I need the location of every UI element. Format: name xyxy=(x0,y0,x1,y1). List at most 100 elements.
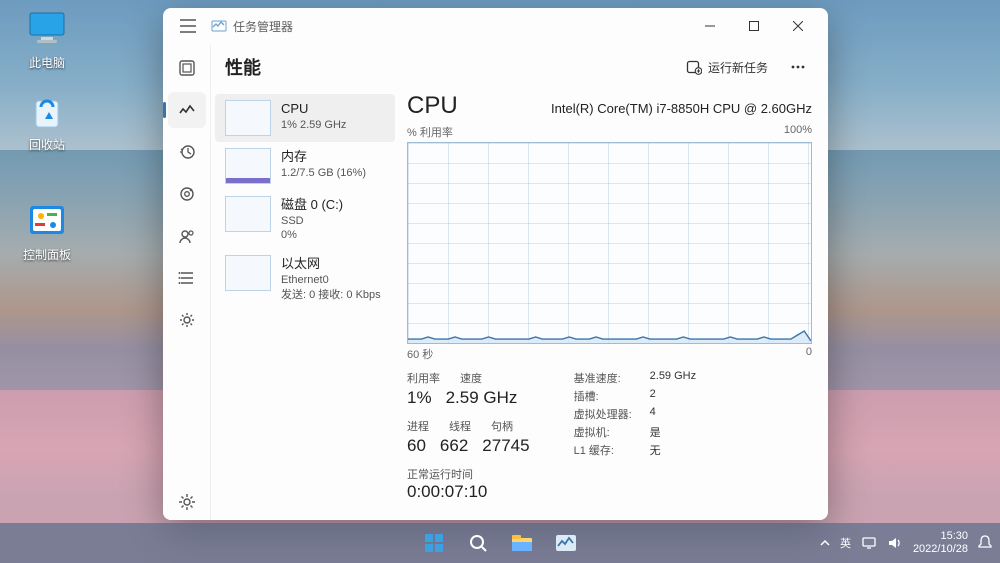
window-title: 任务管理器 xyxy=(233,18,293,35)
nav-processes[interactable] xyxy=(168,50,206,86)
maximize-button[interactable] xyxy=(732,11,776,41)
start-button[interactable] xyxy=(415,527,453,559)
minimize-button[interactable] xyxy=(688,11,732,41)
perf-item-cpu[interactable]: CPU 1% 2.59 GHz xyxy=(215,94,395,142)
label-processes: 进程 xyxy=(407,418,429,434)
label-virtual-machine: 虚拟机: xyxy=(574,424,632,440)
services-icon xyxy=(178,311,196,329)
cpu-usage-chart[interactable] xyxy=(407,142,812,344)
search-icon xyxy=(468,533,488,553)
perf-item-sub2: 0% xyxy=(281,228,343,243)
page-title: 性能 xyxy=(225,54,261,80)
menu-toggle-button[interactable] xyxy=(171,9,205,43)
value-virtual-processors: 4 xyxy=(650,406,696,422)
nav-startup[interactable] xyxy=(168,176,206,212)
chart-y-max: 100% xyxy=(784,124,812,140)
performance-detail: CPU Intel(R) Core(TM) i7-8850H CPU @ 2.6… xyxy=(399,90,828,520)
value-l1-cache: 无 xyxy=(650,442,696,458)
desktop-icon-label: 回收站 xyxy=(10,136,84,153)
perf-thumb-net xyxy=(225,255,271,291)
titlebar[interactable]: 任务管理器 xyxy=(163,8,828,44)
cpu-model: Intel(R) Core(TM) i7-8850H CPU @ 2.60GHz xyxy=(551,101,812,116)
taskbar-tray: 英 15:30 2022/10/28 xyxy=(820,530,992,556)
recycle-bin-icon xyxy=(26,90,68,132)
perf-item-disk[interactable]: 磁盘 0 (C:) SSD 0% xyxy=(215,190,395,249)
label-speed: 速度 xyxy=(460,370,482,386)
nav-app-history[interactable] xyxy=(168,134,206,170)
perf-item-sub: Ethernet0 xyxy=(281,273,381,288)
nav-services[interactable] xyxy=(168,302,206,338)
label-virtual-processors: 虚拟处理器: xyxy=(574,406,632,422)
startup-icon xyxy=(178,185,196,203)
perf-item-title: 磁盘 0 (C:) xyxy=(281,196,343,214)
control-panel-icon xyxy=(26,200,68,242)
label-uptime: 正常运行时间 xyxy=(407,466,530,482)
perf-thumb-memory xyxy=(225,148,271,184)
minimize-icon xyxy=(705,21,715,31)
nav-details[interactable] xyxy=(168,260,206,296)
detail-title: CPU xyxy=(407,92,458,120)
value-utilization: 1% xyxy=(407,388,432,408)
nav-users[interactable] xyxy=(168,218,206,254)
tray-chevron-icon[interactable] xyxy=(820,538,830,548)
run-task-icon xyxy=(686,59,702,75)
taskbar-time: 15:30 xyxy=(913,530,968,543)
nav-settings[interactable] xyxy=(168,484,206,520)
processes-icon xyxy=(178,59,196,77)
monitor-icon xyxy=(26,8,68,50)
chart-y-label: % 利用率 xyxy=(407,124,453,140)
label-base-speed: 基准速度: xyxy=(574,370,632,386)
desktop-icon-control-panel[interactable]: 控制面板 xyxy=(10,200,84,263)
desktop-icon-label: 此电脑 xyxy=(10,54,84,71)
notifications-icon[interactable] xyxy=(978,535,992,551)
taskbar-date: 2022/10/28 xyxy=(913,543,968,556)
run-new-task-button[interactable]: 运行新任务 xyxy=(676,53,778,82)
value-virtual-machine: 是 xyxy=(650,424,696,440)
perf-thumb-cpu xyxy=(225,100,271,136)
windows-logo-icon xyxy=(424,533,444,553)
explorer-button[interactable] xyxy=(503,527,541,559)
task-manager-taskbar-button[interactable] xyxy=(547,527,585,559)
search-button[interactable] xyxy=(459,527,497,559)
nav-rail xyxy=(163,44,211,520)
perf-item-title: 内存 xyxy=(281,148,366,166)
gear-icon xyxy=(178,493,196,511)
details-icon xyxy=(178,269,196,287)
label-threads: 线程 xyxy=(449,418,471,434)
task-manager-icon xyxy=(211,18,227,34)
chart-x-right: 0 xyxy=(806,346,812,362)
file-explorer-icon xyxy=(511,534,533,552)
perf-item-memory[interactable]: 内存 1.2/7.5 GB (16%) xyxy=(215,142,395,190)
task-manager-window: 任务管理器 性能 运行新任务 xyxy=(163,8,828,520)
nav-performance[interactable] xyxy=(168,92,206,128)
label-utilization: 利用率 xyxy=(407,370,440,386)
taskbar-clock[interactable]: 15:30 2022/10/28 xyxy=(913,530,968,556)
label-l1-cache: L1 缓存: xyxy=(574,442,632,458)
perf-thumb-disk xyxy=(225,196,271,232)
desktop-icon-recycle-bin[interactable]: 回收站 xyxy=(10,90,84,153)
perf-item-sub: SSD xyxy=(281,214,343,229)
label-handles: 句柄 xyxy=(491,418,513,434)
network-icon[interactable] xyxy=(861,536,877,550)
close-icon xyxy=(793,21,803,31)
more-icon xyxy=(791,65,805,69)
run-task-label: 运行新任务 xyxy=(708,59,768,76)
desktop-icon-label: 控制面板 xyxy=(10,246,84,263)
cpu-stats: 利用率 速度 1% 2.59 GHz 进程 线程 句柄 xyxy=(407,370,812,502)
content-header: 性能 运行新任务 xyxy=(211,44,828,90)
users-icon xyxy=(178,227,196,245)
value-threads: 662 xyxy=(440,436,468,456)
perf-item-title: CPU xyxy=(281,100,346,118)
ime-indicator[interactable]: 英 xyxy=(840,535,851,551)
perf-item-sub: 1% 2.59 GHz xyxy=(281,118,346,133)
close-button[interactable] xyxy=(776,11,820,41)
more-menu-button[interactable] xyxy=(782,51,814,83)
perf-item-ethernet[interactable]: 以太网 Ethernet0 发送: 0 接收: 0 Kbps xyxy=(215,249,395,308)
taskbar[interactable]: 英 15:30 2022/10/28 xyxy=(0,523,1000,563)
value-sockets: 2 xyxy=(650,388,696,404)
value-processes: 60 xyxy=(407,436,426,456)
perf-item-title: 以太网 xyxy=(281,255,381,273)
desktop-icon-this-pc[interactable]: 此电脑 xyxy=(10,8,84,71)
volume-icon[interactable] xyxy=(887,536,903,550)
maximize-icon xyxy=(749,21,759,31)
